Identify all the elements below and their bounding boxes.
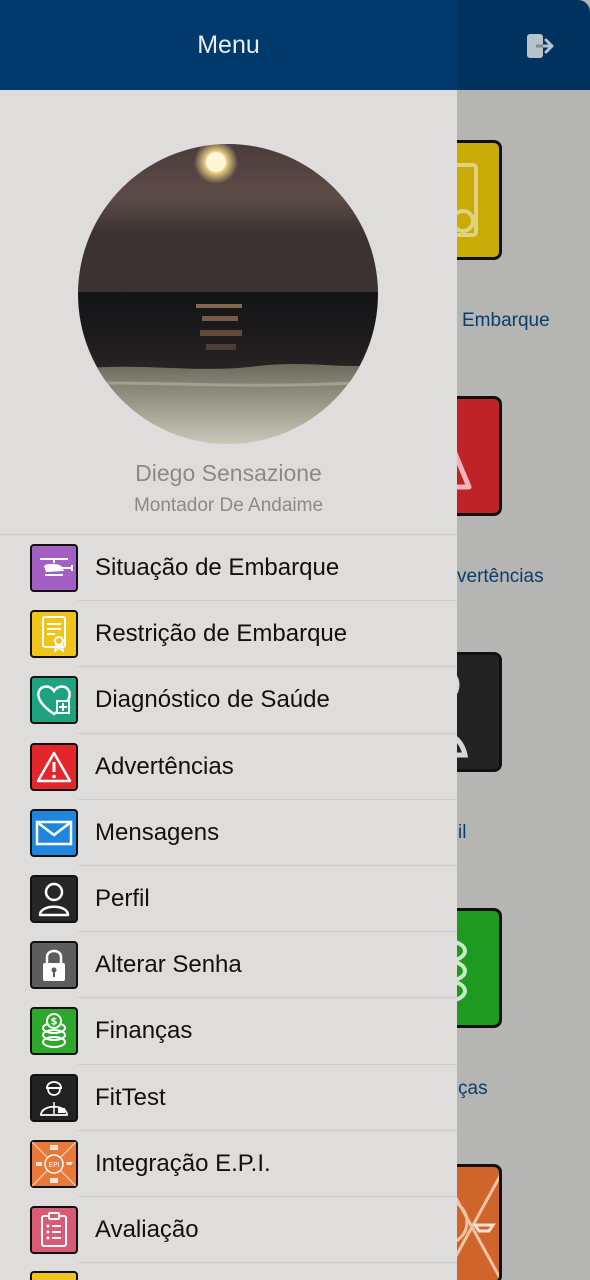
bg-label-financas: ças <box>458 1078 488 1099</box>
helicopter-icon <box>30 544 78 593</box>
menu-item-label: FitTest <box>95 1083 166 1111</box>
logout-icon <box>527 34 554 58</box>
menu-item-label: Avaliação <box>95 1215 199 1243</box>
menu-item-avaliacao[interactable]: Avaliação <box>0 1197 457 1264</box>
menu-item-label: Mensagens <box>95 818 220 846</box>
menu-item-label: Advertências <box>95 752 234 780</box>
menu-item-advertencias[interactable]: Advertências <box>0 734 457 800</box>
menu-item-financas[interactable]: $ Finanças <box>0 998 457 1065</box>
profile-name: Diego Sensazione <box>135 460 322 486</box>
menu-item-diagnostico-de-saude[interactable]: Diagnóstico de Saúde <box>0 667 457 734</box>
menu-item-integracao-epi[interactable]: EPI Integração E.P.I. <box>0 1131 457 1198</box>
logout-button[interactable] <box>522 28 560 64</box>
menu-item-mensagens[interactable]: Mensagens <box>0 800 457 867</box>
coins-icon: $ <box>30 1007 78 1056</box>
menu-item-label: Integração E.P.I. <box>95 1149 271 1177</box>
navigation-drawer: Menu Diego Sensazione Montador De Andaim… <box>0 0 457 1280</box>
menu-item-partial-icon <box>30 1271 78 1280</box>
avatar-photo <box>78 144 378 444</box>
heart-plus-icon <box>30 676 78 725</box>
drawer-title: Menu <box>197 30 260 59</box>
menu-item-situacao-de-embarque[interactable]: Situação de Embarque <box>0 535 457 602</box>
bg-label-advertencias: vertências <box>457 566 544 587</box>
user-icon <box>30 875 78 924</box>
lock-icon <box>30 941 78 990</box>
menu-item-label: Situação de Embarque <box>95 554 340 582</box>
svg-text:EPI: EPI <box>49 1161 60 1169</box>
menu-item-label: Finanças <box>95 1017 193 1045</box>
svg-text:$: $ <box>51 1017 58 1028</box>
menu-item-label: Diagnóstico de Saúde <box>95 686 330 714</box>
warning-icon <box>30 742 78 791</box>
drawer-header: Menu <box>0 0 457 90</box>
worker-icon <box>30 1073 78 1122</box>
menu-item-label: Perfil <box>95 885 150 913</box>
menu-item-partial[interactable] <box>0 1263 457 1280</box>
envelope-icon <box>30 808 78 857</box>
menu-list: Situação de Embarque Restrição de Embarq… <box>0 534 457 1280</box>
menu-item-label: Alterar Senha <box>95 951 242 979</box>
profile-role: Montador De Andaime <box>133 495 324 516</box>
menu-item-perfil[interactable]: Perfil <box>0 866 457 933</box>
menu-item-restricao-de-embarque[interactable]: Restrição de Embarque <box>0 601 457 668</box>
bg-label-perfil: il <box>458 822 467 843</box>
avatar[interactable] <box>78 144 378 444</box>
menu-item-fittest[interactable]: FitTest <box>0 1065 457 1131</box>
clipboard-icon <box>30 1205 78 1254</box>
menu-item-alterar-senha[interactable]: Alterar Senha <box>0 932 457 999</box>
bg-label-embarque: Embarque <box>462 310 550 331</box>
epi-icon: EPI <box>30 1139 78 1188</box>
menu-item-label: Restrição de Embarque <box>95 620 348 648</box>
certificate-icon <box>30 610 78 659</box>
